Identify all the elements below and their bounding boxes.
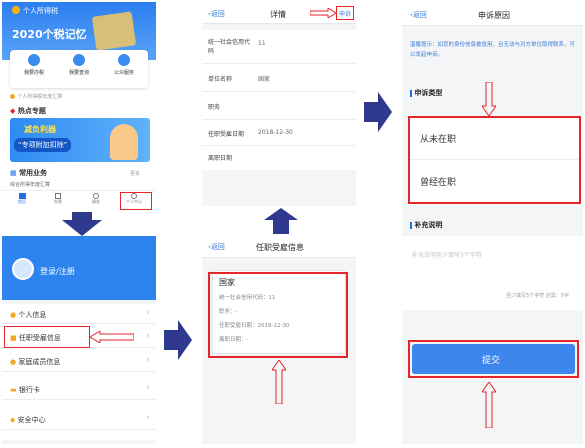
char-counter: 至少填写5个字符 还需：5字: [506, 293, 569, 299]
tab-tax[interactable]: 办税: [46, 193, 70, 205]
promo-people-image: [110, 124, 138, 160]
back-button[interactable]: ‹返回: [208, 242, 225, 252]
highlight-submit-button: [408, 340, 579, 378]
page-title: 详情: [270, 10, 286, 19]
home-screen: 个人所得税 2020个税记忆 我要办税 我要查询 公众服务 个人所得税年度汇算 …: [2, 2, 156, 214]
detail-screen: ‹返回 详情 申诉 统一社会信用代码 11 单位名称 国家 职务 任职受雇日期 …: [202, 2, 356, 206]
shortcut-service-button[interactable]: 公众服务: [106, 54, 142, 76]
shortcut-label: 公众服务: [113, 70, 134, 76]
menu-item-personal-info[interactable]: ● 个人信息 ›: [2, 304, 156, 324]
supplementary-note-title: 补充说明: [410, 220, 442, 230]
detail-row-credit-code: 统一社会信用代码 11: [202, 30, 356, 64]
bank-card-icon: ▬: [10, 386, 17, 394]
detail-row-position: 职务: [202, 92, 356, 120]
highlight-profile-tab: [120, 192, 152, 210]
chevron-right-icon: ›: [146, 383, 150, 393]
notice-bar[interactable]: 个人所得税年度汇算: [10, 92, 148, 100]
common-services-title: ▦ 常用业务: [10, 169, 48, 177]
promo-line1: 减负利器: [24, 125, 56, 134]
menu-item-security[interactable]: ◆ 安全中心 ›: [2, 408, 156, 430]
back-button[interactable]: ‹返回: [410, 10, 427, 20]
service-icon: [118, 54, 130, 66]
detail-row-leave-date: 离职日期: [208, 155, 233, 162]
chevron-right-icon: ›: [146, 355, 150, 365]
grid-icon: ▦: [10, 169, 17, 177]
up-arrow-icon: [264, 208, 298, 234]
notice-icon: [10, 93, 15, 99]
chevron-right-icon: ›: [146, 331, 150, 341]
right-pointing-arrow-icon: [310, 8, 336, 18]
down-pointing-arrow-icon: [482, 82, 496, 116]
promo-banner[interactable]: 减负利器 “专项附加扣除”: [10, 118, 150, 162]
app-title: 个人所得税: [23, 7, 58, 15]
app-logo-icon: [12, 6, 20, 14]
shortcut-query-button[interactable]: 我要查询: [61, 54, 97, 76]
left-pointing-arrow-icon: [90, 331, 134, 343]
tab-home[interactable]: 首页: [10, 193, 34, 205]
menu-item-bank-card[interactable]: ▬ 银行卡 ›: [2, 378, 156, 400]
query-icon: [73, 54, 85, 66]
shortcut-label: 我要办税: [23, 70, 44, 76]
hot-section-title: ◆ 热点专题: [10, 107, 46, 115]
section-marker-icon: [410, 221, 412, 229]
notice-tip: 温馨提示：如您的身份信息被冒用，且无法与对方单位取得联系，可以发起申诉。: [410, 42, 576, 58]
highlight-appeal-options: [408, 116, 581, 204]
chevron-right-icon: ›: [146, 308, 150, 318]
shortcut-tax-button[interactable]: 我要办税: [16, 54, 52, 76]
up-pointing-arrow-icon: [482, 382, 496, 428]
shortcut-label: 我要查询: [68, 70, 89, 76]
promo-line2: “专项附加扣除”: [14, 138, 72, 152]
down-arrow-icon: [62, 212, 102, 236]
notice-text: 个人所得税年度汇算: [17, 94, 63, 100]
highlight-employment-item: [4, 326, 90, 348]
page-title: 任职受雇信息: [256, 243, 304, 252]
detail-row-employment-date: 任职受雇日期 2018-12-30: [202, 120, 356, 146]
appeal-type-title: 申诉类型: [410, 88, 442, 98]
tab-service[interactable]: 服务: [84, 193, 108, 205]
fire-icon: ◆: [10, 107, 16, 115]
avatar-icon[interactable]: [12, 258, 34, 280]
banner-image: [91, 11, 137, 51]
highlight-employment-card: [208, 272, 348, 358]
right-arrow-icon: [364, 92, 392, 132]
service-item[interactable]: 综合所得年度汇算: [10, 180, 148, 188]
section-marker-icon: [410, 89, 412, 97]
common-services-more-link[interactable]: 更多: [130, 170, 140, 177]
person-icon: ●: [10, 311, 17, 319]
shield-icon: ◆: [10, 416, 16, 424]
tax-icon: [28, 54, 40, 66]
detail-row-company: 单位名称 国家: [202, 64, 356, 92]
page-title: 申诉原因: [478, 11, 510, 20]
login-register-link[interactable]: 登录/注册: [40, 266, 75, 277]
profile-screen: 登录/注册 ● 个人信息 › ■ 任职受雇信息 › ● 家庭成员信息 › ▬ 银…: [2, 236, 156, 444]
highlight-appeal-button: [336, 6, 354, 20]
employment-list-screen: ‹返回 任职受雇信息 国家 统一社会信用代码：11 职务：- 任职受雇日期：20…: [202, 236, 356, 444]
right-arrow-icon: [164, 320, 192, 360]
chevron-right-icon: ›: [146, 413, 150, 423]
back-button[interactable]: ‹返回: [208, 9, 225, 19]
appeal-screen: ‹返回 申诉原因 温馨提示：如您的身份信息被冒用，且无法与对方单位取得联系，可以…: [402, 2, 583, 444]
banner-title: 2020个税记忆: [12, 28, 87, 41]
service-item-label: 综合所得年度汇算: [10, 182, 51, 188]
family-icon: ●: [10, 358, 17, 366]
up-pointing-arrow-icon: [272, 360, 286, 404]
menu-item-family-info[interactable]: ● 家庭成员信息 ›: [2, 350, 156, 372]
